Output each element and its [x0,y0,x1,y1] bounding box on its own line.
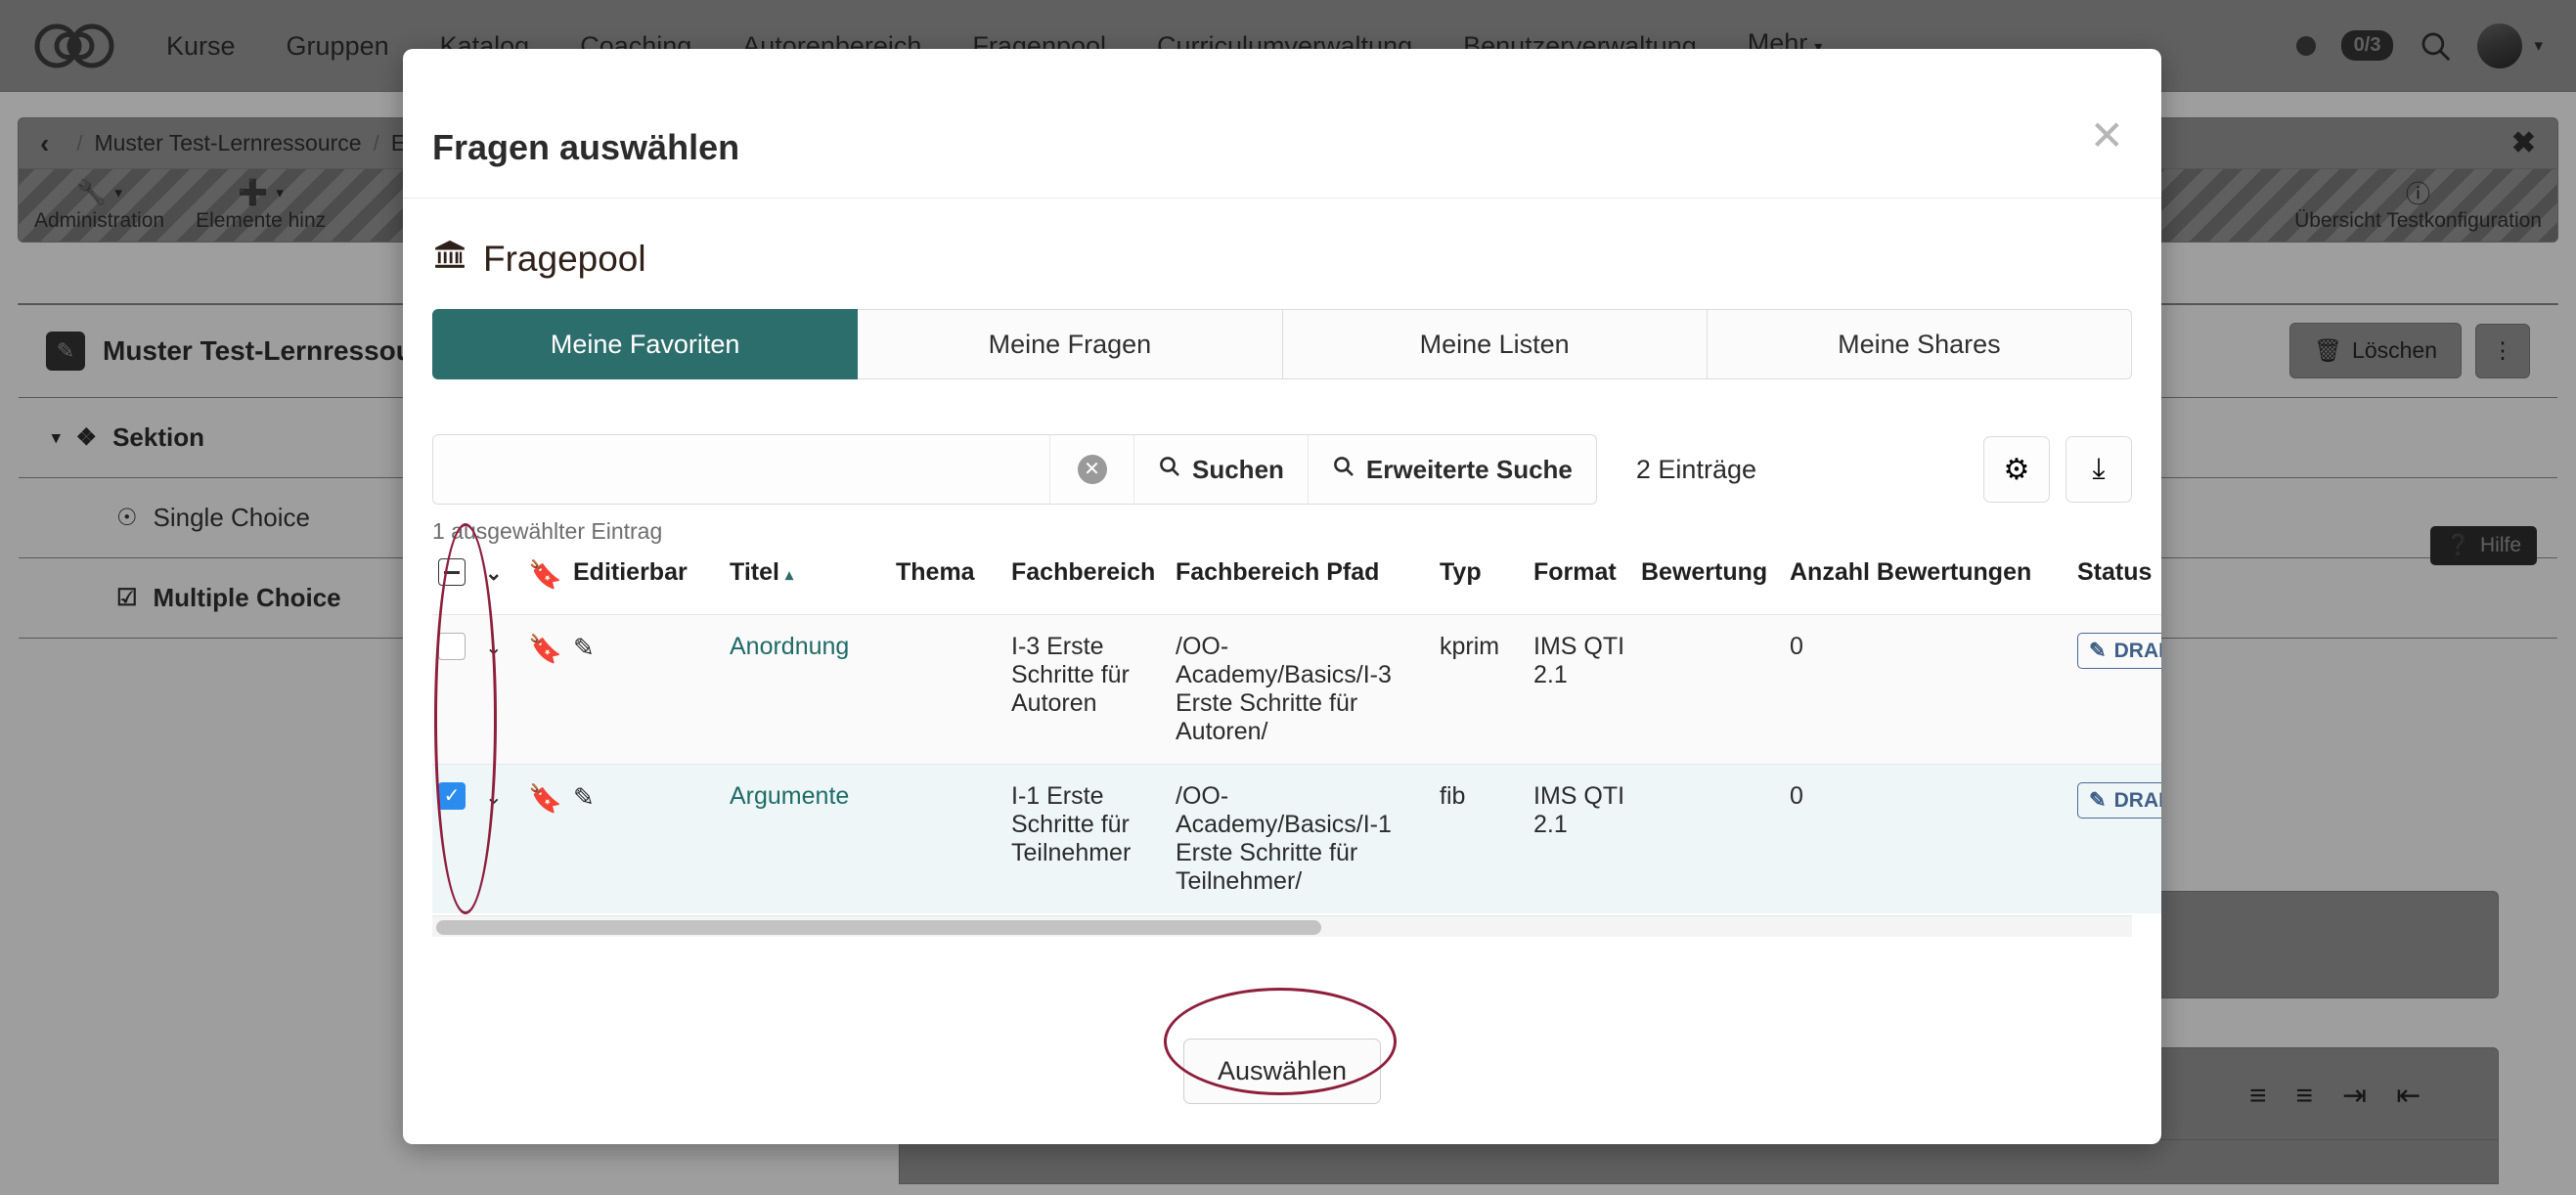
search-icon [1332,455,1355,485]
row-select-cell[interactable] [432,614,479,765]
edit-square-icon[interactable]: ✎ [573,633,595,662]
bookmark-icon[interactable]: 🔖 [528,783,562,814]
column-editierbar[interactable]: Editierbar [567,553,724,615]
scrollbar-thumb[interactable] [436,920,1321,935]
column-anzahl-bewertungen[interactable]: Anzahl Bewertungen [1784,553,2071,615]
row-titel-cell[interactable]: Anordnung [724,614,890,765]
status-badge-label: DRAFT [2113,788,2161,812]
bookmark-header: 🔖 [522,553,567,615]
modal-body: Fragepool Meine Favoriten Meine Fragen M… [403,199,2161,997]
row-editable-cell[interactable]: ✎ [567,764,724,913]
bookmark-icon: 🔖 [528,559,562,590]
pool-tabs: Meine Favoriten Meine Fragen Meine Liste… [432,309,2132,379]
table-header-row: ⌄ 🔖 Editierbar Titel ▴ Thema Fachbereich [432,553,2161,615]
status-badge: ✎ DRAFT [2077,633,2161,669]
row-fachbereich-pfad-cell: /OO-Academy/Basics/I-3 Erste Schritte fü… [1170,614,1434,765]
table-row[interactable]: ⌄ 🔖 ✎ Anordnung I-3 Erste Schritte für A… [432,614,2161,765]
table-tools: ⚙ ⤓ [1983,436,2132,503]
row-fachbereich-pfad-cell: /OO-Academy/Basics/I-1 Erste Schritte fü… [1170,764,1434,913]
search-input[interactable] [433,435,1049,504]
search-group: ✕ Suchen Erweiterte Suche [432,434,1597,505]
row-bewertung-cell [1635,614,1784,765]
close-circle-icon: ✕ [1077,455,1107,484]
edit-square-icon[interactable]: ✎ [573,782,595,812]
status-badge-label: DRAFT [2113,639,2161,662]
search-icon [1158,455,1181,485]
chevron-down-icon[interactable]: ⌄ [485,637,503,659]
select-all-header[interactable] [432,553,479,615]
row-select-cell[interactable]: ✓ [432,764,479,913]
row-anzahl-bewertungen-cell: 0 [1784,764,2071,913]
download-icon[interactable]: ⤓ [2065,436,2132,503]
tab-meine-shares[interactable]: Meine Shares [1707,309,2132,379]
row-format-cell: IMS QTI 2.1 [1528,764,1635,913]
column-thema[interactable]: Thema [890,553,1005,615]
sort-ascending-icon: ▴ [784,567,793,584]
question-title-link[interactable]: Anordnung [730,633,849,660]
row-expand-cell[interactable]: ⌄ [479,764,522,913]
search-button[interactable]: Suchen [1133,435,1308,504]
search-row: ✕ Suchen Erweiterte Suche 2 Einträge ⚙ ⤓ [432,434,2132,505]
row-fachbereich-cell: I-3 Erste Schritte für Autoren [1005,614,1170,765]
selection-count-label: 1 ausgewählter Eintrag [432,518,663,544]
tab-meine-favoriten[interactable]: Meine Favoriten [432,309,859,379]
gear-icon[interactable]: ⚙ [1983,436,2050,503]
entries-count: 2 Einträge [1635,454,1756,484]
advanced-search-button[interactable]: Erweiterte Suche [1307,435,1596,504]
select-all-checkbox[interactable] [438,558,466,586]
column-status[interactable]: Status [2071,553,2161,615]
chevron-down-icon[interactable]: ⌄ [485,562,503,585]
row-thema-cell [890,764,1005,913]
row-titel-cell[interactable]: Argumente [724,764,890,913]
pencil-icon: ✎ [2089,789,2107,812]
status-badge: ✎ DRAFT [2077,782,2161,819]
row-thema-cell [890,614,1005,765]
bank-icon [432,238,467,280]
tab-meine-listen[interactable]: Meine Listen [1282,309,1708,379]
row-format-cell: IMS QTI 2.1 [1528,614,1635,765]
column-fachbereich-pfad[interactable]: Fachbereich Pfad [1170,553,1434,615]
select-questions-modal: Fragen auswählen ✕ Fragepool Meine Favor… [403,49,2161,1144]
row-typ-cell: kprim [1434,614,1528,765]
expand-all-header[interactable]: ⌄ [479,553,522,615]
bookmark-icon[interactable]: 🔖 [528,634,562,664]
column-format[interactable]: Format [1528,553,1635,615]
row-status-cell: ✎ DRAFT [2071,614,2161,765]
row-status-cell: ✎ DRAFT [2071,764,2161,913]
modal-title: Fragen auswählen [432,127,740,167]
row-fachbereich-cell: I-1 Erste Schritte für Teilnehmer [1005,764,1170,913]
clear-search-button[interactable]: ✕ [1049,435,1133,504]
questions-table-wrapper: ⌄ 🔖 Editierbar Titel ▴ Thema Fachbereich [432,553,2161,937]
row-bookmark-cell[interactable]: 🔖 [522,764,567,913]
table-horizontal-scrollbar[interactable] [432,915,2132,937]
close-icon[interactable]: ✕ [2090,115,2124,156]
row-typ-cell: fib [1434,764,1528,913]
question-title-link[interactable]: Argumente [730,782,849,810]
modal-header: Fragen auswählen ✕ [403,49,2161,198]
fragepool-heading-label: Fragepool [483,238,646,279]
advanced-search-label: Erweiterte Suche [1365,454,1573,484]
table-row[interactable]: ✓ ⌄ 🔖 ✎ Argumente I-1 Erste Schritte für… [432,764,2161,913]
column-fachbereich[interactable]: Fachbereich [1005,553,1170,615]
row-bewertung-cell [1635,764,1784,913]
modal-footer: Auswählen [403,997,2161,1144]
tab-meine-fragen[interactable]: Meine Fragen [858,309,1283,379]
column-titel[interactable]: Titel ▴ [724,553,890,615]
column-typ[interactable]: Typ [1434,553,1528,615]
row-editable-cell[interactable]: ✎ [567,614,724,765]
row-anzahl-bewertungen-cell: 0 [1784,614,2071,765]
row-checkbox[interactable] [438,633,466,660]
row-checkbox[interactable]: ✓ [438,782,466,810]
questions-table: ⌄ 🔖 Editierbar Titel ▴ Thema Fachbereich [432,553,2161,913]
search-button-label: Suchen [1192,454,1284,484]
auswaehlen-button[interactable]: Auswählen [1182,1038,1382,1104]
row-expand-cell[interactable]: ⌄ [479,614,522,765]
row-bookmark-cell[interactable]: 🔖 [522,614,567,765]
chevron-down-icon[interactable]: ⌄ [485,786,503,809]
column-bewertung[interactable]: Bewertung [1635,553,1784,615]
fragepool-heading: Fragepool [432,238,2132,280]
column-titel-label: Titel [730,558,779,586]
pencil-icon: ✎ [2089,640,2107,662]
